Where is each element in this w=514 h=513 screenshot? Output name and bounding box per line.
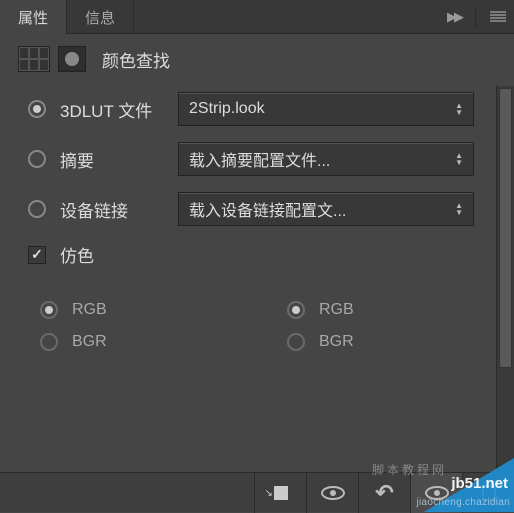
chevron-updown-icon: ▲▼ bbox=[455, 152, 463, 166]
tab-properties[interactable]: 属性 bbox=[0, 0, 67, 34]
data-order-grid: RGB RGB BGR BGR bbox=[28, 301, 474, 351]
select-3dlut-value: 2Strip.look bbox=[189, 100, 265, 118]
label-3dlut: 3DLUT 文件 bbox=[60, 97, 178, 122]
reset-button[interactable]: ↶ bbox=[358, 473, 410, 513]
radio-dest-rgb[interactable] bbox=[287, 301, 305, 319]
select-devicelink[interactable]: 载入设备链接配置文... ▲▼ bbox=[178, 192, 474, 226]
radio-3dlut[interactable] bbox=[28, 100, 46, 118]
undo-icon: ↶ bbox=[375, 480, 393, 506]
radio-source-bgr[interactable] bbox=[40, 333, 58, 351]
select-abstract[interactable]: 载入摘要配置文件... ▲▼ bbox=[178, 142, 474, 176]
label-dest-rgb: RGB bbox=[319, 301, 354, 319]
toggle-visibility-button[interactable] bbox=[410, 473, 462, 513]
panel-header: 颜色查找 bbox=[0, 34, 514, 86]
collapse-arrows-icon[interactable]: ▶▶ bbox=[447, 9, 461, 25]
view-previous-button[interactable] bbox=[306, 473, 358, 513]
panel-footer: ↘ ↶ bbox=[0, 472, 514, 512]
chevron-updown-icon: ▲▼ bbox=[455, 102, 463, 116]
panel-divider bbox=[475, 7, 476, 27]
select-3dlut[interactable]: 2Strip.look ▲▼ bbox=[178, 92, 474, 126]
radio-abstract[interactable] bbox=[28, 150, 46, 168]
checkbox-dither[interactable] bbox=[28, 246, 46, 264]
radio-devicelink[interactable] bbox=[28, 200, 46, 218]
properties-panel: 属性 信息 ▶▶ 颜色查找 3DLUT 文件 2Strip.look ▲▼ bbox=[0, 0, 514, 512]
label-dest-bgr: BGR bbox=[319, 333, 354, 351]
tab-bar: 属性 信息 ▶▶ bbox=[0, 0, 514, 34]
radio-dest-bgr[interactable] bbox=[287, 333, 305, 351]
row-3dlut: 3DLUT 文件 2Strip.look ▲▼ bbox=[28, 92, 474, 126]
label-source-rgb: RGB bbox=[72, 301, 107, 319]
adjustment-layer-icon[interactable] bbox=[58, 46, 86, 72]
scrollbar[interactable] bbox=[496, 86, 514, 472]
chevron-updown-icon: ▲▼ bbox=[455, 202, 463, 216]
grid-icon[interactable] bbox=[18, 46, 50, 72]
select-abstract-value: 载入摘要配置文件... bbox=[189, 147, 330, 171]
trash-icon bbox=[482, 485, 496, 501]
delete-button[interactable] bbox=[462, 473, 514, 513]
panel-menu-icon[interactable] bbox=[490, 11, 506, 23]
label-source-bgr: BGR bbox=[72, 333, 107, 351]
clip-to-layer-button[interactable]: ↘ bbox=[254, 473, 306, 513]
panel-title: 颜色查找 bbox=[102, 47, 170, 72]
label-dither: 仿色 bbox=[60, 242, 94, 267]
row-devicelink: 设备链接 载入设备链接配置文... ▲▼ bbox=[28, 192, 474, 226]
row-dither: 仿色 bbox=[28, 242, 474, 267]
eye-icon bbox=[425, 486, 449, 500]
panel-content: 3DLUT 文件 2Strip.look ▲▼ 摘要 载入摘要配置文件... ▲… bbox=[0, 86, 496, 472]
eye-icon bbox=[321, 486, 345, 500]
scrollbar-thumb[interactable] bbox=[499, 88, 512, 368]
row-abstract: 摘要 载入摘要配置文件... ▲▼ bbox=[28, 142, 474, 176]
label-abstract: 摘要 bbox=[60, 147, 178, 172]
label-devicelink: 设备链接 bbox=[60, 197, 178, 222]
select-devicelink-value: 载入设备链接配置文... bbox=[189, 197, 346, 221]
radio-source-rgb[interactable] bbox=[40, 301, 58, 319]
tab-info[interactable]: 信息 bbox=[67, 0, 134, 34]
